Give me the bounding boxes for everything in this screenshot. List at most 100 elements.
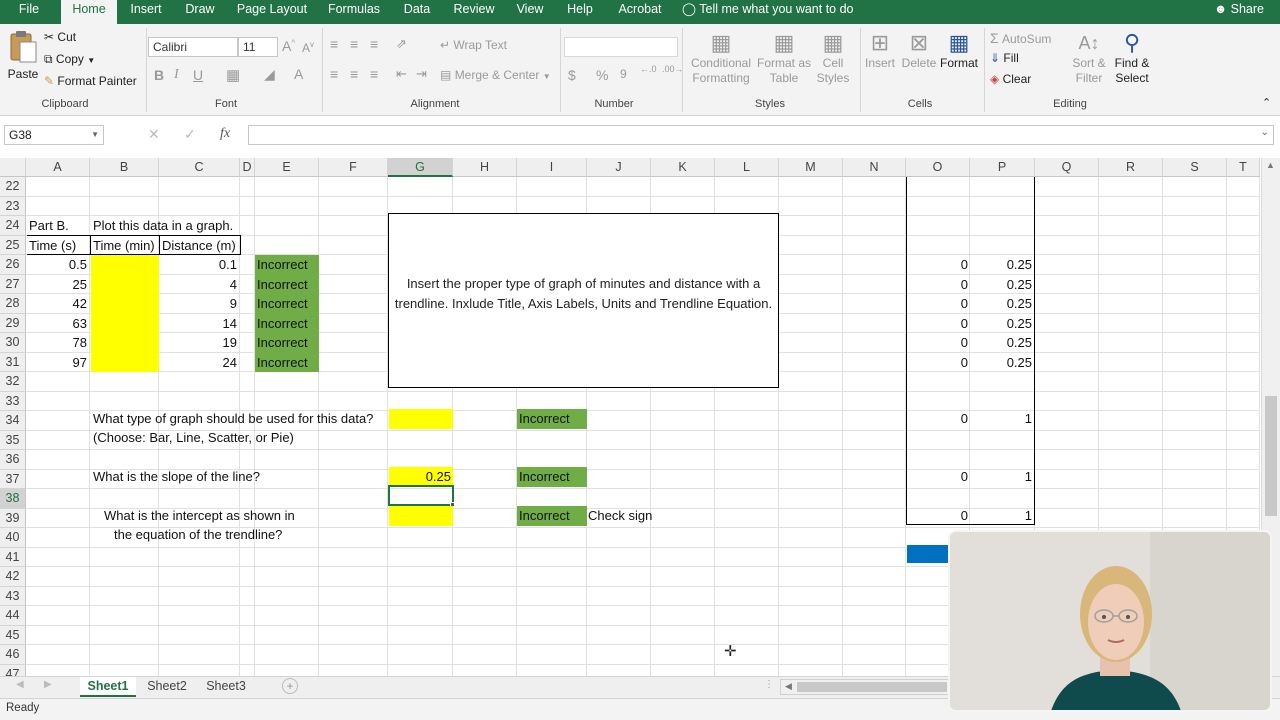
cell-c28[interactable]: 9 (160, 294, 239, 314)
sort-filter-button[interactable]: A↕ Sort & Filter (1068, 30, 1110, 86)
column-header-q[interactable]: Q (1035, 158, 1099, 177)
fill-color-icon[interactable]: ◢ (264, 66, 275, 83)
decrease-indent-icon[interactable]: ⇤ (396, 66, 407, 82)
sheet-tab-3[interactable]: Sheet3 (199, 677, 253, 697)
cell-b40[interactable]: the equation of the trendline? (112, 525, 284, 545)
tab-view[interactable]: View (508, 0, 552, 24)
align-top-icon[interactable]: ≡ (330, 36, 338, 52)
cell-e30[interactable]: Incorrect (255, 333, 319, 353)
row-header-31[interactable]: 31 (0, 352, 26, 372)
merge-center-button[interactable]: ▤ Merge & Center ▼ (440, 68, 551, 82)
cell-g37[interactable]: 0.25 (389, 467, 453, 487)
row-header-37[interactable]: 37 (0, 469, 26, 489)
tab-review[interactable]: Review (448, 0, 500, 24)
insert-cells-button[interactable]: ⊞ Insert (862, 30, 898, 71)
cell-c25[interactable]: Distance (m) (159, 235, 241, 255)
cut-button[interactable]: ✂ Cut (44, 30, 76, 44)
enter-icon[interactable]: ✓ (184, 126, 196, 143)
cell-c30[interactable]: 19 (160, 333, 239, 353)
cell-g39[interactable] (389, 506, 453, 526)
cell-a24[interactable]: Part B. (27, 216, 71, 236)
align-middle-icon[interactable]: ≡ (350, 36, 358, 52)
column-header-s[interactable]: S (1163, 158, 1227, 177)
cell-styles-button[interactable]: ▦ Cell Styles (812, 30, 854, 86)
cell-a28[interactable]: 42 (27, 294, 89, 314)
orientation-icon[interactable]: ⇗ (396, 36, 407, 52)
format-as-table-button[interactable]: ▦ Format as Table (756, 30, 812, 86)
row-header-33[interactable]: 33 (0, 391, 26, 411)
underline-button[interactable]: U (193, 67, 203, 83)
fill-button[interactable]: ⇓ Fill (990, 51, 1019, 65)
tab-acrobat[interactable]: Acrobat (612, 0, 668, 24)
format-painter-button[interactable]: ✎ Format Painter (44, 74, 137, 88)
cell-i37[interactable]: Incorrect (517, 467, 587, 487)
tab-home[interactable]: Home (61, 0, 117, 26)
tab-formulas[interactable]: Formulas (322, 0, 386, 24)
cell-c29[interactable]: 14 (160, 314, 239, 334)
select-all-corner[interactable] (0, 158, 26, 177)
tab-scroll-right-icon[interactable]: ▶ (44, 679, 52, 690)
cell-p39[interactable]: 1 (970, 506, 1034, 526)
share-button[interactable]: ☻ Share (1214, 0, 1264, 20)
column-header-p[interactable]: P (970, 158, 1035, 177)
number-format-dropdown[interactable] (564, 37, 678, 57)
decrease-decimal-icon[interactable]: .00→ (662, 64, 684, 74)
cell-a26[interactable]: 0.5 (27, 255, 89, 275)
row-header-41[interactable]: 41 (0, 547, 26, 567)
cell-a30[interactable]: 78 (27, 333, 89, 353)
row-header-36[interactable]: 36 (0, 450, 26, 470)
cell-b39[interactable]: What is the intercept as shown in (102, 506, 297, 526)
column-header-a[interactable]: A (26, 158, 90, 177)
cell-b35[interactable]: (Choose: Bar, Line, Scatter, or Pie) (91, 428, 296, 448)
cell-a27[interactable]: 25 (27, 275, 89, 295)
column-header-t[interactable]: T (1227, 158, 1260, 177)
row-header-22[interactable]: 22 (0, 177, 26, 197)
cell-a25[interactable]: Time (s) (27, 235, 91, 255)
align-center-icon[interactable]: ≡ (350, 66, 358, 82)
sheet-tab-1[interactable]: Sheet1 (80, 677, 136, 697)
delete-cells-button[interactable]: ⊠ Delete (900, 30, 938, 71)
copy-button[interactable]: ⧉ Copy ▼ (44, 52, 95, 67)
tab-page-layout[interactable]: Page Layout (232, 0, 312, 24)
font-size-dropdown[interactable]: 11 (238, 37, 278, 57)
cell-o39[interactable]: 0 (906, 506, 970, 526)
increase-decimal-icon[interactable]: ←.0 (640, 64, 657, 74)
row-header-46[interactable]: 46 (0, 645, 26, 665)
align-left-icon[interactable]: ≡ (330, 66, 338, 82)
row-header-24[interactable]: 24 (0, 216, 26, 236)
cell-i39[interactable]: Incorrect (517, 506, 587, 526)
autosum-button[interactable]: Σ AutoSum (990, 30, 1051, 46)
horizontal-scroll-thumb[interactable] (797, 682, 947, 692)
column-header-o[interactable]: O (906, 158, 970, 177)
row-header-34[interactable]: 34 (0, 411, 26, 431)
row-header-42[interactable]: 42 (0, 567, 26, 587)
column-header-j[interactable]: J (587, 158, 651, 177)
cell-a31[interactable]: 97 (27, 353, 89, 373)
column-header-f[interactable]: F (319, 158, 388, 177)
shrink-font-icon[interactable]: Av (302, 40, 314, 55)
scroll-left-icon[interactable]: ◀ (785, 681, 792, 692)
row-header-25[interactable]: 25 (0, 235, 26, 255)
scroll-thumb[interactable] (1265, 396, 1277, 516)
grow-font-icon[interactable]: A^ (282, 38, 295, 54)
row-header-47[interactable]: 47 (0, 664, 26, 676)
row-header-40[interactable]: 40 (0, 528, 26, 548)
paste-button[interactable]: Paste (6, 30, 40, 90)
row-header-43[interactable]: 43 (0, 586, 26, 606)
row-header-30[interactable]: 30 (0, 333, 26, 353)
tab-file[interactable]: File (6, 0, 52, 24)
cell-o34[interactable]: 0 (906, 409, 970, 429)
fx-icon[interactable]: fx (220, 126, 230, 142)
tab-draw[interactable]: Draw (178, 0, 222, 24)
percent-button[interactable]: % (596, 67, 608, 83)
increase-indent-icon[interactable]: ⇥ (416, 66, 427, 82)
name-box[interactable]: G38 ▼ (4, 125, 104, 145)
selected-cell-g38[interactable] (388, 485, 454, 506)
column-header-l[interactable]: L (715, 158, 779, 177)
currency-button[interactable]: $ (568, 67, 576, 83)
cell-e29[interactable]: Incorrect (255, 313, 319, 333)
cell-b25[interactable]: Time (min) (90, 235, 160, 255)
cancel-icon[interactable]: ✕ (148, 126, 160, 143)
scroll-up-icon[interactable]: ▲ (1266, 160, 1275, 170)
column-header-e[interactable]: E (255, 158, 319, 177)
